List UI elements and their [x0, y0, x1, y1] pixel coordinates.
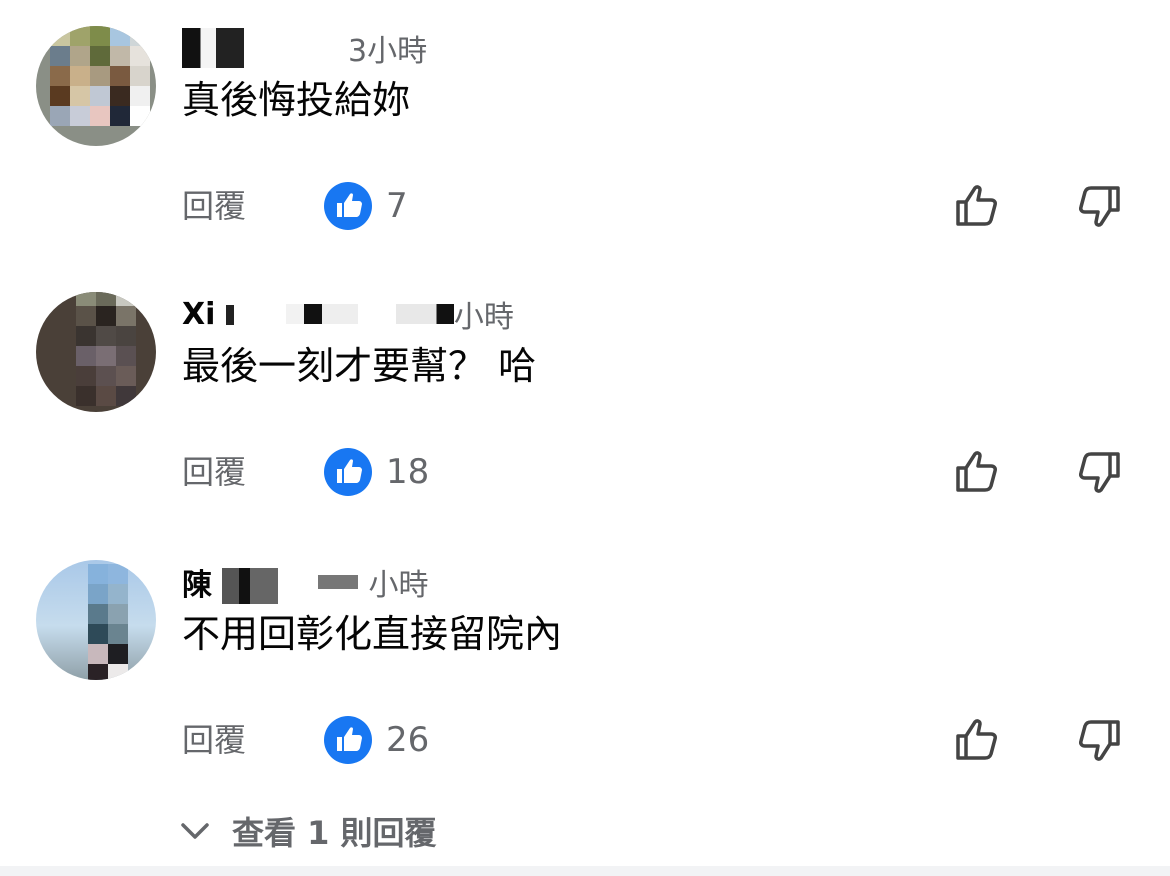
- thumbs-up-icon[interactable]: [952, 714, 1004, 766]
- comment-time: 小時: [453, 300, 514, 335]
- commenter-name[interactable]: Xi: [182, 297, 234, 332]
- comment-item: 陳 小時 不用回彰化直接留院內 回覆 26: [0, 560, 1170, 800]
- comment-item: 3小時 真後悔投給妳 回覆 7: [0, 26, 1170, 266]
- view-replies-label: 查看 1 則回覆: [232, 814, 437, 852]
- commenter-name[interactable]: 陳: [182, 560, 279, 605]
- comment-text: 最後一刻才要幫？ 哈: [182, 344, 537, 388]
- comment-text: 不用回彰化直接留院內: [182, 612, 563, 656]
- comment-time: 3小時: [348, 34, 428, 69]
- redacted-name-block: [225, 305, 234, 325]
- comment-text: 真後悔投給妳: [182, 78, 411, 122]
- like-count: 7: [386, 186, 408, 226]
- avatar[interactable]: [36, 26, 156, 146]
- redacted-name-block: [222, 568, 279, 605]
- thumbs-up-icon[interactable]: [952, 180, 1004, 232]
- redacted-time-block: [318, 575, 359, 589]
- redacted-name-block: [285, 304, 358, 324]
- reply-button[interactable]: 回覆: [182, 450, 246, 494]
- reply-button[interactable]: 回覆: [182, 184, 246, 228]
- redacted-time-block: [395, 304, 454, 324]
- thumbs-up-filled-icon: [324, 716, 372, 764]
- thumbs-down-icon[interactable]: [1072, 446, 1124, 498]
- thumbs-up-filled-icon: [324, 448, 372, 496]
- thumbs-down-icon[interactable]: [1072, 714, 1124, 766]
- like-count: 26: [386, 720, 430, 760]
- like-count: 18: [386, 452, 430, 492]
- thumbs-up-filled-icon: [324, 182, 372, 230]
- thumbs-down-icon[interactable]: [1072, 180, 1124, 232]
- avatar[interactable]: [36, 560, 156, 680]
- avatar[interactable]: [36, 292, 156, 412]
- divider: [0, 866, 1170, 876]
- view-replies-link[interactable]: 查看 1 則回覆: [180, 806, 437, 856]
- comment-time: 小時: [368, 568, 429, 603]
- redacted-name-block: [182, 28, 244, 68]
- chevron-down-icon: [181, 823, 209, 839]
- thumbs-up-icon[interactable]: [952, 446, 1004, 498]
- comment-item: Xi 小時 最後一刻才要幫？ 哈 回覆 18: [0, 292, 1170, 532]
- commenter-name[interactable]: [182, 28, 244, 68]
- reply-button[interactable]: 回覆: [182, 718, 246, 762]
